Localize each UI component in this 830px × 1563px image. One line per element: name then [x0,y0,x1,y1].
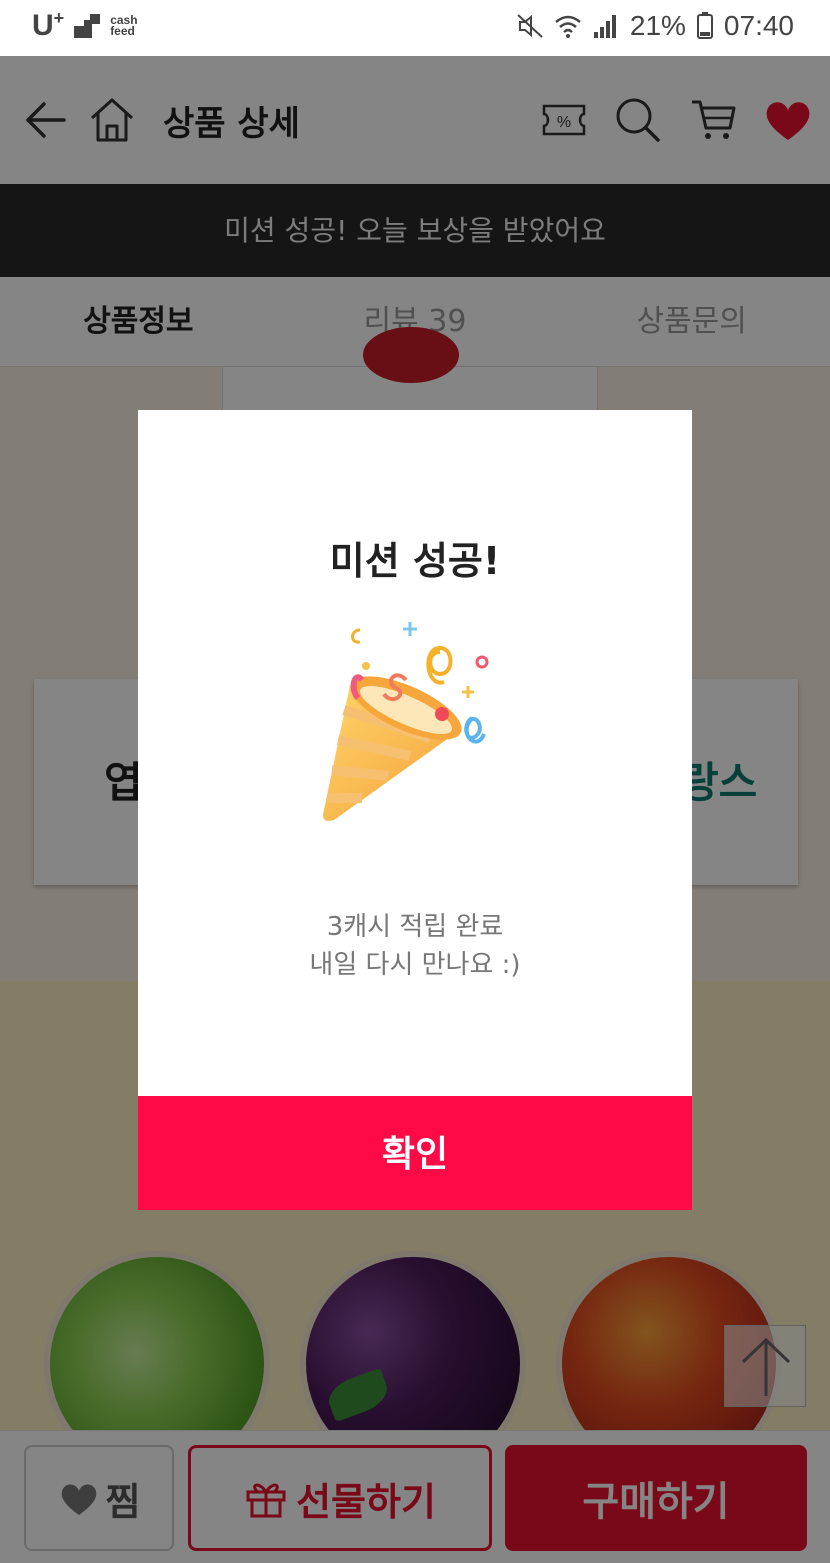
cashfeed-logo: cash feed [110,12,138,38]
status-bar: U+ cash feed 21% 07:40 [0,0,830,56]
battery-icon [696,12,713,39]
reward-message: 3캐시 적립 완료 [326,912,504,942]
confirm-button[interactable]: 확인 [138,1096,692,1210]
battery-percent: 21% [629,10,686,41]
carrier-label: U+ [32,8,65,42]
mission-success-dialog: 미션 성공! 3캐시 적립 완료 내일 다시 만나요 :) 확인 [138,410,692,1210]
see-you-message: 내일 다시 만나요 :) [309,950,521,980]
cell-signal-icon [593,15,616,38]
dialog-title: 미션 성공! [329,539,501,583]
party-popper-icon [323,622,489,821]
signal-steps-icon [74,13,101,38]
mute-icon [517,14,543,38]
wifi-icon [555,15,581,38]
clock: 07:40 [723,10,794,41]
